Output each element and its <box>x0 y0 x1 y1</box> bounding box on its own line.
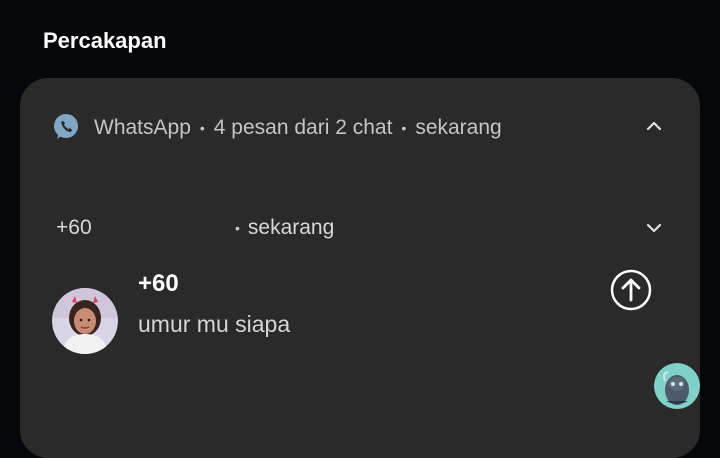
message-text: umur mu siapa <box>138 311 291 337</box>
sender-name: +60 <box>138 270 179 297</box>
arrow-up-circle-icon[interactable] <box>610 269 652 311</box>
chevron-down-icon[interactable] <box>644 218 664 238</box>
conversation-number: +60 <box>56 216 92 239</box>
whatsapp-icon <box>54 114 78 139</box>
notification-header[interactable]: WhatsApp • 4 pesan dari 2 chat • sekaran… <box>20 78 700 178</box>
conversation-header[interactable]: +60 • sekarang <box>20 208 700 248</box>
conversation-time: sekarang <box>247 216 335 239</box>
separator-dot: • <box>235 220 240 236</box>
avatar <box>52 288 118 354</box>
notification-summary: 4 pesan dari 2 chat <box>213 116 393 139</box>
chevron-up-icon[interactable] <box>644 116 664 136</box>
chat-bubble-avatar[interactable] <box>654 363 700 409</box>
notification-time: sekarang <box>415 116 502 139</box>
separator-dot: • <box>199 120 205 136</box>
separator-dot: • <box>401 120 407 136</box>
notification-card[interactable]: WhatsApp • 4 pesan dari 2 chat • sekaran… <box>20 78 700 458</box>
app-name: WhatsApp <box>94 116 191 139</box>
section-title: Percakapan <box>43 28 167 53</box>
